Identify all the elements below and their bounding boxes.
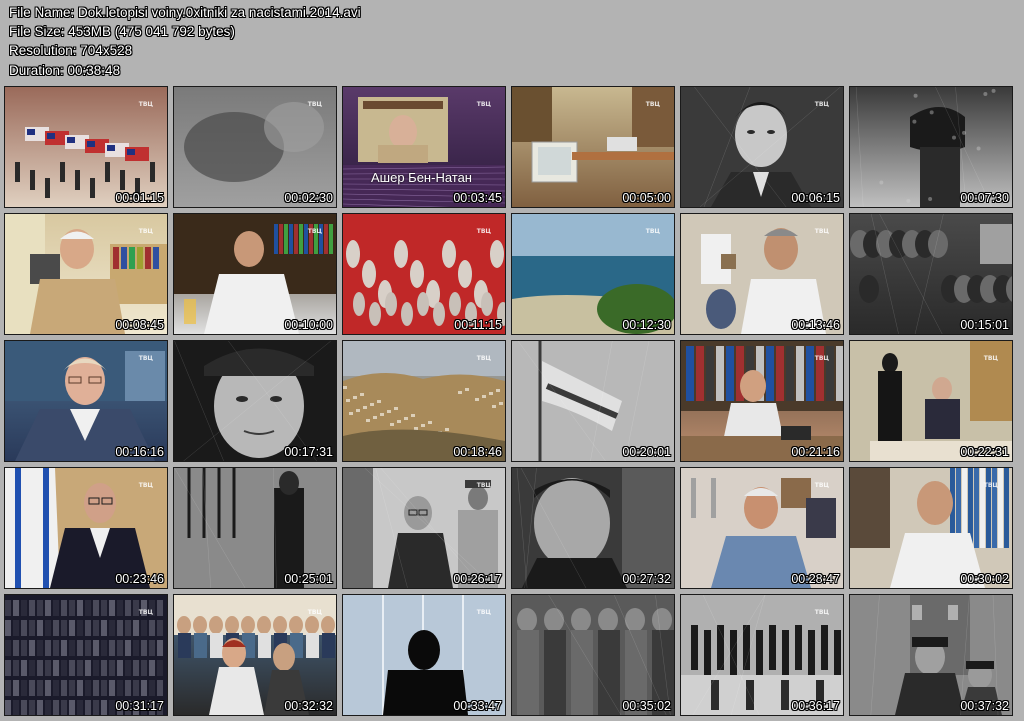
channel-logo-icon: ТВЦ xyxy=(139,101,153,108)
thumbnail-00-31-17: ТВЦ 00:31:17 xyxy=(4,594,168,716)
file-name-text: File Name: Dok.letopisi voiny.0xitniki z… xyxy=(9,3,361,22)
thumbnail-00-10-00: ТВЦ 00:10:00 xyxy=(173,213,337,335)
thumbnail-00-08-45: ТВЦ 00:08:45 xyxy=(4,213,168,335)
thumbnail-00-11-15: ТВЦ 00:11:15 xyxy=(342,213,506,335)
thumbnail-grid: ТВЦ 00:01:15 ТВЦ 00:02:30 ТВЦ Ашер Бен-Натан 0… xyxy=(4,86,1013,716)
thumbnail-00-07-30: 00:07:30 xyxy=(849,86,1013,208)
channel-logo-icon: ТВЦ xyxy=(646,101,660,108)
thumbnail-00-33-47: ТВЦ 00:33:47 xyxy=(342,594,506,716)
timestamp-label: 00:27:32 xyxy=(622,572,671,586)
thumbnail-00-03-45: ТВЦ Ашер Бен-Натан 00:03:45 xyxy=(342,86,506,208)
thumbnail-00-12-30: ТВЦ 00:12:30 xyxy=(511,213,675,335)
timestamp-label: 00:06:15 xyxy=(791,191,840,205)
timestamp-label: 00:30:02 xyxy=(960,572,1009,586)
file-size-text: File Size: 453MB (475 041 792 bytes) xyxy=(9,22,361,41)
thumbnail-00-15-01: 00:15:01 xyxy=(849,213,1013,335)
timestamp-label: 00:33:47 xyxy=(453,699,502,713)
timestamp-label: 00:03:45 xyxy=(453,191,502,205)
thumbnail-00-30-02: ТВЦ 00:30:02 xyxy=(849,467,1013,589)
timestamp-label: 00:21:16 xyxy=(791,445,840,459)
timestamp-label: 00:08:45 xyxy=(115,318,164,332)
thumbnail-image xyxy=(174,341,336,461)
thumbnail-00-18-46: ТВЦ 00:18:46 xyxy=(342,340,506,462)
timestamp-label: 00:12:30 xyxy=(622,318,671,332)
channel-logo-icon: ТВЦ xyxy=(815,101,829,108)
timestamp-label: 00:16:16 xyxy=(115,445,164,459)
thumbnail-image xyxy=(512,595,674,715)
thumbnail-00-22-31: ТВЦ 00:22:31 xyxy=(849,340,1013,462)
timestamp-label: 00:20:01 xyxy=(622,445,671,459)
channel-logo-icon: ТВЦ xyxy=(984,355,998,362)
thumbnail-image xyxy=(850,595,1012,715)
thumbnail-00-13-46: ТВЦ 00:13:46 xyxy=(680,213,844,335)
thumbnail-00-26-17: ТВЦ 00:26:17 xyxy=(342,467,506,589)
thumbnail-00-36-17: ТВЦ 00:36:17 xyxy=(680,594,844,716)
thumbnail-00-28-47: ТВЦ 00:28:47 xyxy=(680,467,844,589)
thumbnail-image xyxy=(850,87,1012,207)
channel-logo-icon: ТВЦ xyxy=(477,609,491,616)
thumbnail-00-20-01: 00:20:01 xyxy=(511,340,675,462)
thumbnail-00-23-46: ТВЦ 00:23:46 xyxy=(4,467,168,589)
thumbnail-00-17-31: 00:17:31 xyxy=(173,340,337,462)
name-caption: Ашер Бен-Натан xyxy=(371,170,472,185)
thumbnail-image xyxy=(512,468,674,588)
timestamp-label: 00:23:46 xyxy=(115,572,164,586)
thumbnail-00-05-00: ТВЦ 00:05:00 xyxy=(511,86,675,208)
channel-logo-icon: ТВЦ xyxy=(139,482,153,489)
channel-logo-icon: ТВЦ xyxy=(815,482,829,489)
channel-logo-icon: ТВЦ xyxy=(308,609,322,616)
channel-logo-icon: ТВЦ xyxy=(646,228,660,235)
channel-logo-icon: ТВЦ xyxy=(308,228,322,235)
timestamp-label: 00:15:01 xyxy=(960,318,1009,332)
resolution-text: Resolution: 704x528 xyxy=(9,41,361,60)
thumbnail-00-25-01: 00:25:01 xyxy=(173,467,337,589)
channel-logo-icon: ТВЦ xyxy=(139,355,153,362)
thumbnail-00-01-15: ТВЦ 00:01:15 xyxy=(4,86,168,208)
thumbnail-00-27-32: 00:27:32 xyxy=(511,467,675,589)
timestamp-label: 00:01:15 xyxy=(115,191,164,205)
timestamp-label: 00:31:17 xyxy=(115,699,164,713)
timestamp-label: 00:35:02 xyxy=(622,699,671,713)
timestamp-label: 00:18:46 xyxy=(453,445,502,459)
channel-logo-icon: ТВЦ xyxy=(477,482,491,489)
duration-text: Duration: 00:38:48 xyxy=(9,61,361,80)
file-info-header: File Name: Dok.letopisi voiny.0xitniki z… xyxy=(9,3,361,80)
timestamp-label: 00:10:00 xyxy=(284,318,333,332)
thumbnail-image xyxy=(850,214,1012,334)
timestamp-label: 00:11:15 xyxy=(454,318,502,332)
timestamp-label: 00:05:00 xyxy=(622,191,671,205)
thumbnail-00-37-32: 00:37:32 xyxy=(849,594,1013,716)
thumbnail-00-02-30: ТВЦ 00:02:30 xyxy=(173,86,337,208)
thumbnail-00-16-16: ТВЦ 00:16:16 xyxy=(4,340,168,462)
thumbnail-image xyxy=(174,468,336,588)
timestamp-label: 00:07:30 xyxy=(960,191,1009,205)
timestamp-label: 00:32:32 xyxy=(284,699,333,713)
channel-logo-icon: ТВЦ xyxy=(477,228,491,235)
channel-logo-icon: ТВЦ xyxy=(139,609,153,616)
thumbnail-00-06-15: ТВЦ 00:06:15 xyxy=(680,86,844,208)
channel-logo-icon: ТВЦ xyxy=(477,101,491,108)
channel-logo-icon: ТВЦ xyxy=(477,355,491,362)
timestamp-label: 00:13:46 xyxy=(791,318,840,332)
channel-logo-icon: ТВЦ xyxy=(984,482,998,489)
timestamp-label: 00:36:17 xyxy=(791,699,840,713)
thumbnail-00-21-16: ТВЦ 00:21:16 xyxy=(680,340,844,462)
thumbnail-00-35-02: 00:35:02 xyxy=(511,594,675,716)
timestamp-label: 00:28:47 xyxy=(791,572,840,586)
channel-logo-icon: ТВЦ xyxy=(815,609,829,616)
thumbnail-image xyxy=(512,341,674,461)
channel-logo-icon: ТВЦ xyxy=(815,228,829,235)
timestamp-label: 00:17:31 xyxy=(284,445,333,459)
channel-logo-icon: ТВЦ xyxy=(139,228,153,235)
channel-logo-icon: ТВЦ xyxy=(815,355,829,362)
timestamp-label: 00:25:01 xyxy=(284,572,333,586)
timestamp-label: 00:26:17 xyxy=(453,572,502,586)
thumbnail-00-32-32: ТВЦ 00:32:32 xyxy=(173,594,337,716)
timestamp-label: 00:22:31 xyxy=(960,445,1009,459)
channel-logo-icon: ТВЦ xyxy=(308,101,322,108)
timestamp-label: 00:02:30 xyxy=(284,191,333,205)
timestamp-label: 00:37:32 xyxy=(960,699,1009,713)
